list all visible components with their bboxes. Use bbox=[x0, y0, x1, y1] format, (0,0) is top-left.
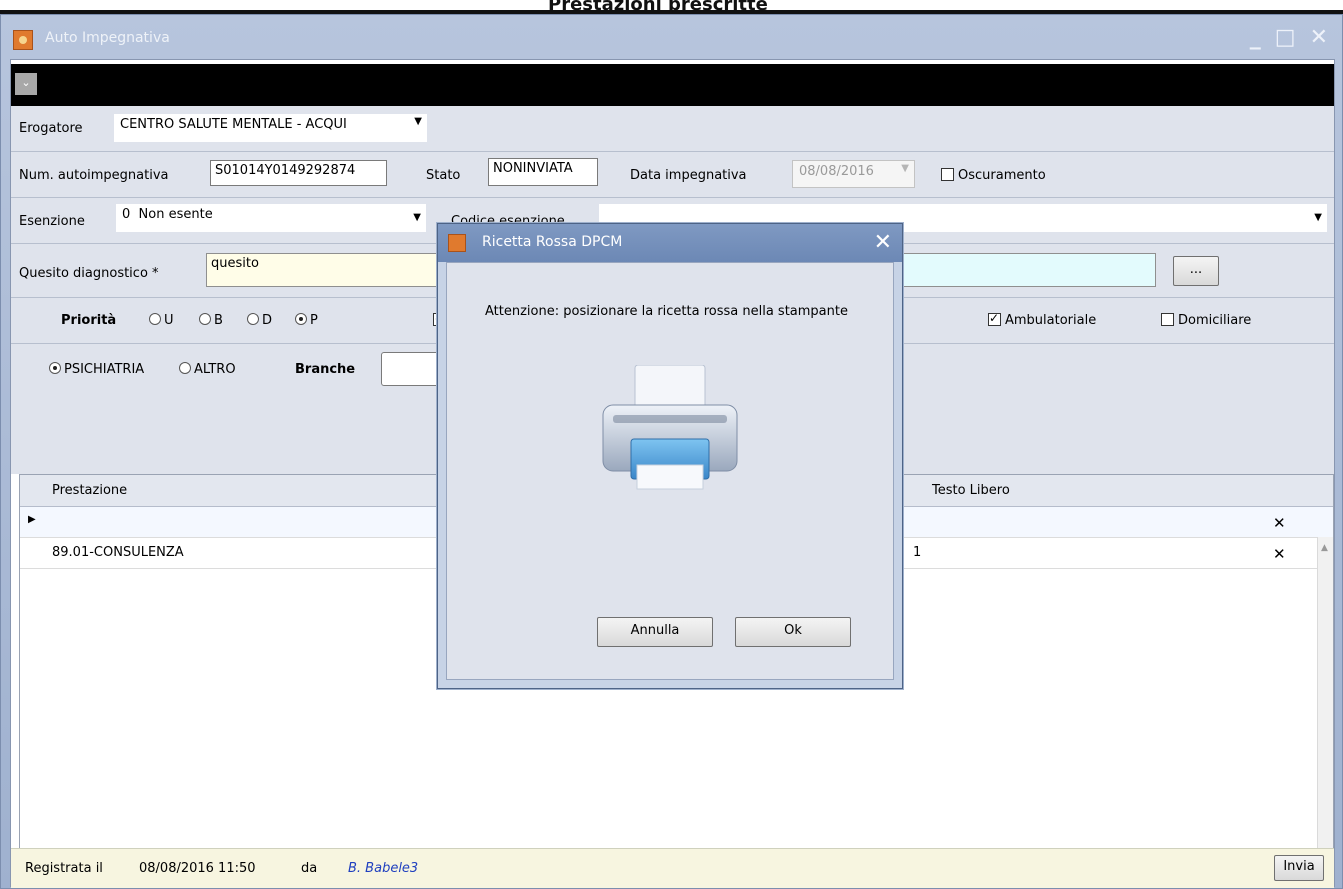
priorita-radio-u[interactable]: U bbox=[149, 313, 174, 328]
dialog-message: Attenzione: posizionare la ricetta rossa… bbox=[485, 304, 848, 319]
window-controls: _ □ ✕ bbox=[1250, 25, 1328, 50]
domiciliare-checkbox[interactable]: Domiciliare bbox=[1161, 313, 1251, 328]
radio-icon bbox=[179, 362, 191, 374]
ambulatoriale-check-icon bbox=[988, 311, 1001, 326]
num-autoimpegnativa-field[interactable]: S01014Y0149292874 bbox=[210, 160, 387, 186]
ricetta-rossa-dialog: Ricetta Rossa DPCM ✕ Attenzione: posizio… bbox=[437, 223, 903, 689]
erogatore-row: Erogatore CENTRO SALUTE MENTALE - ACQUI … bbox=[11, 106, 1334, 152]
maximize-icon[interactable]: □ bbox=[1275, 25, 1296, 50]
chevron-down-icon[interactable]: ⌄ bbox=[15, 73, 37, 95]
delete-row-icon[interactable]: ✕ bbox=[1273, 514, 1286, 532]
priorita-radio-p[interactable]: P bbox=[295, 313, 318, 328]
dialog-title: Ricetta Rossa DPCM bbox=[482, 234, 623, 250]
priorita-label: Priorità bbox=[61, 313, 117, 328]
radio-selected-icon bbox=[49, 362, 61, 374]
esenzione-code: 0 bbox=[122, 207, 131, 222]
close-icon[interactable]: ✕ bbox=[874, 230, 892, 255]
close-icon[interactable]: ✕ bbox=[1310, 25, 1328, 50]
data-impegnativa-value: 08/08/2016 bbox=[799, 164, 874, 179]
registrata-label: Registrata il bbox=[25, 861, 103, 876]
radio-selected-icon bbox=[295, 313, 307, 325]
delete-row-icon[interactable]: ✕ bbox=[1273, 545, 1286, 563]
oscuramento-checkbox[interactable]: Oscuramento bbox=[941, 168, 1046, 183]
da-label: da bbox=[301, 861, 318, 876]
num-autoimpegnativa-label: Num. autoimpegnativa bbox=[19, 168, 169, 183]
scroll-up-icon[interactable]: ▲ bbox=[1321, 543, 1328, 553]
current-row-indicator-icon: ▶ bbox=[28, 514, 36, 525]
esenzione-value: Non esente bbox=[138, 207, 213, 222]
qty-cell[interactable]: 1 bbox=[913, 545, 921, 560]
quesito-label: Quesito diagnostico * bbox=[19, 266, 159, 281]
radio-icon bbox=[149, 313, 161, 325]
column-header-testo-libero[interactable]: Testo Libero bbox=[932, 483, 1010, 498]
autoimpegnativa-row: Num. autoimpegnativa S01014Y0149292874 S… bbox=[11, 152, 1334, 198]
registrata-value: 08/08/2016 11:50 bbox=[139, 861, 256, 876]
erogatore-select[interactable]: CENTRO SALUTE MENTALE - ACQUI ▼ bbox=[114, 114, 427, 142]
minimize-icon[interactable]: _ bbox=[1250, 25, 1261, 50]
priorita-radio-d[interactable]: D bbox=[247, 313, 272, 328]
chevron-down-icon: ▼ bbox=[1314, 212, 1322, 223]
oscuramento-label: Oscuramento bbox=[958, 168, 1046, 183]
annulla-button[interactable]: Annulla bbox=[597, 617, 713, 647]
radio-icon bbox=[247, 313, 259, 325]
domiciliare-check-icon bbox=[1161, 313, 1174, 326]
stato-label: Stato bbox=[426, 168, 461, 183]
dialog-titlebar[interactable]: Ricetta Rossa DPCM ✕ bbox=[438, 224, 902, 262]
radio-icon bbox=[199, 313, 211, 325]
priorita-radio-b[interactable]: B bbox=[199, 313, 223, 328]
esenzione-select[interactable]: 0 Non esente ▼ bbox=[116, 204, 426, 232]
grid-vertical-scrollbar[interactable]: ▲ ▼ bbox=[1317, 537, 1333, 874]
app-icon bbox=[13, 30, 33, 50]
app-icon bbox=[448, 234, 466, 252]
esenzione-label: Esenzione bbox=[19, 214, 85, 229]
window-title: Auto Impegnativa bbox=[45, 30, 170, 46]
branche-label: Branche bbox=[295, 362, 356, 377]
erogatore-label: Erogatore bbox=[19, 121, 83, 136]
oscuramento-check-icon bbox=[941, 168, 954, 181]
prestazione-cell[interactable]: 89.01-CONSULENZA bbox=[52, 545, 184, 560]
ambulatoriale-checkbox[interactable]: Ambulatoriale bbox=[988, 311, 1096, 328]
background-window-title: Prestazioni prescritte bbox=[548, 0, 768, 15]
chevron-down-icon: ▼ bbox=[413, 212, 421, 223]
user-link[interactable]: B. Babele3 bbox=[348, 861, 418, 876]
erogatore-value: CENTRO SALUTE MENTALE - ACQUI bbox=[120, 117, 347, 132]
status-bar: Registrata il 08/08/2016 11:50 da B. Bab… bbox=[11, 848, 1334, 888]
data-impegnativa-picker[interactable]: 08/08/2016 ▼ bbox=[792, 160, 915, 188]
invia-button[interactable]: Invia bbox=[1274, 855, 1324, 881]
ok-button[interactable]: Ok bbox=[735, 617, 851, 647]
altro-radio[interactable]: ALTRO bbox=[179, 362, 236, 377]
quesito-browse-button[interactable]: ... bbox=[1173, 256, 1219, 286]
window-titlebar[interactable]: Auto Impegnativa _ □ ✕ bbox=[1, 15, 1342, 59]
chevron-down-icon: ▼ bbox=[414, 116, 422, 127]
data-impegnativa-label: Data impegnativa bbox=[630, 168, 747, 183]
printer-icon bbox=[602, 365, 738, 490]
stato-field: NONINVIATA bbox=[488, 158, 598, 186]
header-bar: ⌄ bbox=[11, 64, 1334, 106]
dialog-body: Attenzione: posizionare la ricetta rossa… bbox=[446, 262, 894, 680]
psichiatria-radio[interactable]: PSICHIATRIA bbox=[49, 362, 144, 377]
column-header-prestazione[interactable]: Prestazione bbox=[52, 483, 127, 498]
chevron-down-icon: ▼ bbox=[901, 163, 909, 174]
